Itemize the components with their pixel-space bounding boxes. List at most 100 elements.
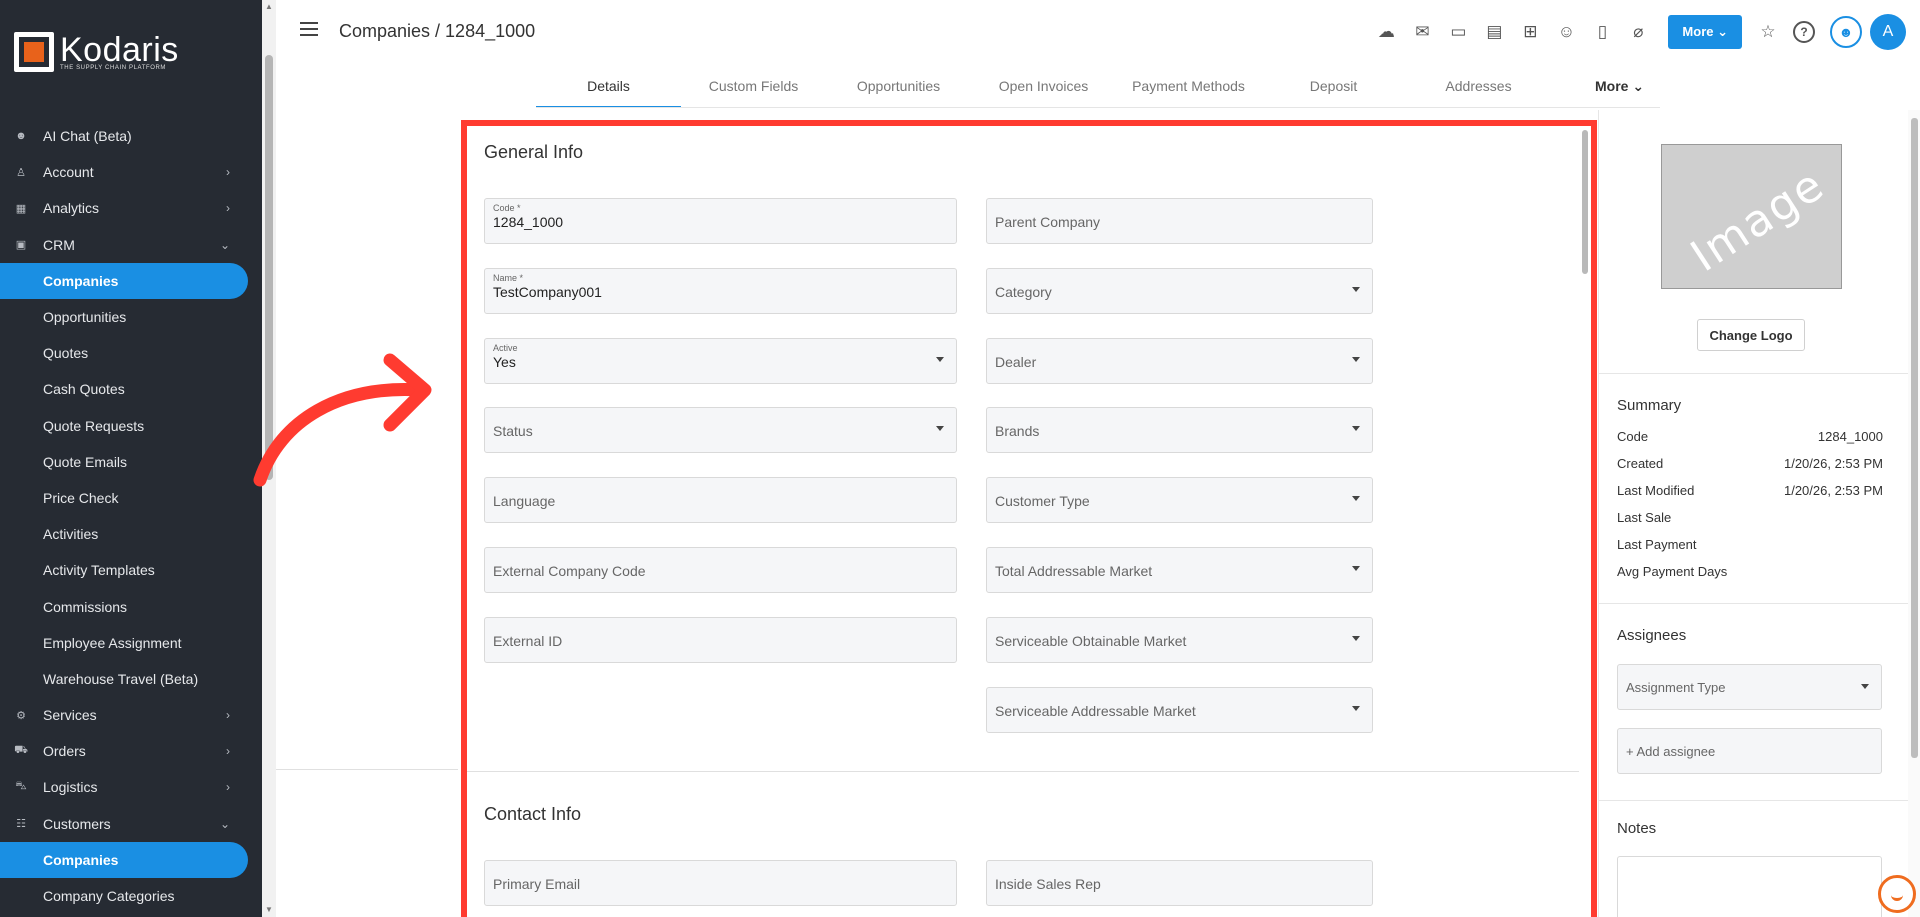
company-logo-placeholder: Image xyxy=(1661,144,1842,289)
people-icon: ☷ xyxy=(16,818,26,831)
shipping-icon: ⛍ xyxy=(15,780,27,793)
more-button[interactable]: More ⌄ xyxy=(1668,15,1742,49)
sidebar-item-warehouse-travel-beta[interactable]: Warehouse Travel (Beta) xyxy=(0,661,248,697)
sidebar-item-account[interactable]: ♙ Account › xyxy=(0,154,248,190)
tab-custom-fields[interactable]: Custom Fields xyxy=(681,70,826,108)
sidebar-item-label: Employee Assignment xyxy=(43,634,182,651)
tab-bar: Details Custom Fields Opportunities Open In… xyxy=(536,70,1696,108)
summary-row: Code 1284_1000 xyxy=(1617,429,1883,444)
sidebar-item-commissions[interactable]: Commissions xyxy=(0,588,248,624)
chevron-icon: › xyxy=(226,780,230,795)
chat-support-icon[interactable] xyxy=(1878,875,1916,913)
document-add-icon[interactable]: ▯ xyxy=(1584,14,1620,50)
sidebar-item-label: Opportunities xyxy=(43,309,127,326)
sidebar-item-employee-assignment[interactable]: Employee Assignment xyxy=(0,625,248,661)
briefcase-icon: ▣ xyxy=(15,239,27,252)
cloud-upload-icon[interactable]: ☁ xyxy=(1368,14,1404,50)
sidebar-item-logistics[interactable]: ⛍ Logistics › xyxy=(0,769,248,805)
sidebar-item-label: Cash Quotes xyxy=(43,381,125,398)
sidebar-item-quote-requests[interactable]: Quote Requests xyxy=(0,408,248,444)
sidebar-item-crm[interactable]: ▣ CRM ⌄ xyxy=(0,227,248,263)
sidebar-item-activities[interactable]: Activities xyxy=(0,516,248,552)
mail-icon[interactable]: ✉ xyxy=(1404,14,1440,50)
gears-icon: ⚙ xyxy=(16,709,26,722)
image-placeholder-text: Image xyxy=(1682,158,1834,283)
logo-tagline: THE SUPPLY CHAIN PLATFORM xyxy=(60,65,167,71)
person-add-icon[interactable]: ☺ xyxy=(1548,14,1584,50)
add-assignee-placeholder: + Add assignee xyxy=(1626,744,1716,759)
summary-key: Created xyxy=(1617,456,1664,471)
sidebar-item-activity-templates[interactable]: Activity Templates xyxy=(0,552,248,588)
star-icon[interactable]: ☆ xyxy=(1750,14,1786,50)
top-header: Companies / 1284_1000 ☁ ✉ ▭ ▤ ⊞ ☺ ▯ ⌀ More ⌄ ☆? ☻ A xyxy=(276,0,1920,64)
dropdown-arrow-icon xyxy=(1861,684,1869,689)
sidebar-item-label: Logistics xyxy=(43,779,98,796)
assignees-title: Assignees xyxy=(1617,627,1687,644)
sidebar-item-label: Analytics xyxy=(43,200,100,217)
truck-icon: ⛟ xyxy=(14,744,28,757)
summary-key: Code xyxy=(1617,429,1649,444)
sidebar-item-price-check[interactable]: Price Check xyxy=(0,480,248,516)
card-check-icon[interactable]: ▭ xyxy=(1440,14,1476,50)
kodaris-logo-mark xyxy=(14,32,54,72)
presentation-add-icon[interactable]: ⊞ xyxy=(1512,14,1548,50)
kodaris-logo[interactable]: Kodaris THE SUPPLY CHAIN PLATFORM xyxy=(14,32,179,72)
ai-assistant-icon[interactable]: ☻ xyxy=(1830,16,1862,48)
sidebar-item-label: Orders xyxy=(43,743,86,760)
tab-opportunities[interactable]: Opportunities xyxy=(826,70,971,108)
person-icon: ♙ xyxy=(16,166,26,179)
sidebar-item-orders[interactable]: ⛟ Orders › xyxy=(0,733,248,769)
menu-icon[interactable] xyxy=(300,22,318,36)
tab-payment-methods[interactable]: Payment Methods xyxy=(1116,70,1261,108)
summary-key: Avg Payment Days xyxy=(1617,564,1728,579)
logo-name: Kodaris xyxy=(60,31,179,69)
toolbar-icons: ☁ ✉ ▭ ▤ ⊞ ☺ ▯ ⌀ More ⌄ ☆? ☻ A xyxy=(1368,14,1920,50)
chevron-icon: ⌄ xyxy=(219,816,230,831)
sidebar-item-quotes[interactable]: Quotes xyxy=(0,335,248,371)
chart-icon: ▦ xyxy=(15,202,27,215)
summary-value: 1284_1000 xyxy=(1817,429,1883,444)
sidebar-item-company-categories[interactable]: Company Categories xyxy=(0,878,248,914)
sidebar-item-label: Quote Requests xyxy=(43,417,145,434)
add-assignee-input[interactable]: + Add assignee xyxy=(1617,728,1882,774)
sidebar-item-label: AI Chat (Beta) xyxy=(43,128,132,145)
sidebar-item-label: Price Check xyxy=(43,489,119,506)
sidebar-item-ai-chat-beta[interactable]: ☻ AI Chat (Beta) xyxy=(0,118,248,154)
tab-more[interactable]: More ⌄ xyxy=(1551,70,1696,108)
right-scroll-thumb[interactable] xyxy=(1911,118,1918,758)
sidebar-item-label: Warehouse Travel (Beta) xyxy=(43,670,199,687)
sidebar-item-services[interactable]: ⚙ Services › xyxy=(0,697,248,733)
sidebar-item-opportunities[interactable]: Opportunities xyxy=(0,299,248,335)
gift-icon[interactable]: ▤ xyxy=(1476,14,1512,50)
chevron-icon: › xyxy=(226,165,230,180)
user-avatar[interactable]: A xyxy=(1870,14,1906,50)
main-scrollbar[interactable] xyxy=(1580,124,1590,917)
sidebar-item-companies[interactable]: Companies xyxy=(0,841,248,878)
main-scroll-thumb[interactable] xyxy=(1582,130,1588,274)
page-title: Companies / 1284_1000 xyxy=(339,21,536,41)
sidebar-item-label: Quotes xyxy=(43,345,89,362)
summary-key: Last Payment xyxy=(1617,537,1697,552)
tab-addresses[interactable]: Addresses xyxy=(1406,70,1551,108)
sidebar-item-customers[interactable]: ☷ Customers ⌄ xyxy=(0,806,248,842)
sidebar-item-companies[interactable]: Companies xyxy=(0,262,248,299)
tab-open-invoices[interactable]: Open Invoices xyxy=(971,70,1116,108)
summary-row: Last Sale xyxy=(1617,510,1883,525)
summary-row: Avg Payment Days xyxy=(1617,564,1883,579)
sidebar-item-analytics[interactable]: ▦ Analytics › xyxy=(0,190,248,226)
assignment-type-select[interactable]: Assignment Type xyxy=(1617,664,1882,710)
highlight-frame xyxy=(461,120,1597,917)
sidebar-item-cash-quotes[interactable]: Cash Quotes xyxy=(0,371,248,407)
notes-field[interactable] xyxy=(1617,856,1882,917)
tab-details[interactable]: Details xyxy=(536,70,681,108)
sidebar-item-quote-emails[interactable]: Quote Emails xyxy=(0,444,248,480)
summary-row: Last Payment xyxy=(1617,537,1883,552)
sidebar-item-label: Account xyxy=(43,164,94,181)
change-logo-button[interactable]: Change Logo xyxy=(1697,319,1805,351)
panel-divider xyxy=(1599,373,1909,374)
summary-title: Summary xyxy=(1617,397,1682,414)
tab-deposit[interactable]: Deposit xyxy=(1261,70,1406,108)
right-panel-scrollbar[interactable] xyxy=(1908,110,1920,917)
help-icon[interactable]: ? xyxy=(1793,21,1815,43)
attachment-icon[interactable]: ⌀ xyxy=(1620,14,1656,50)
